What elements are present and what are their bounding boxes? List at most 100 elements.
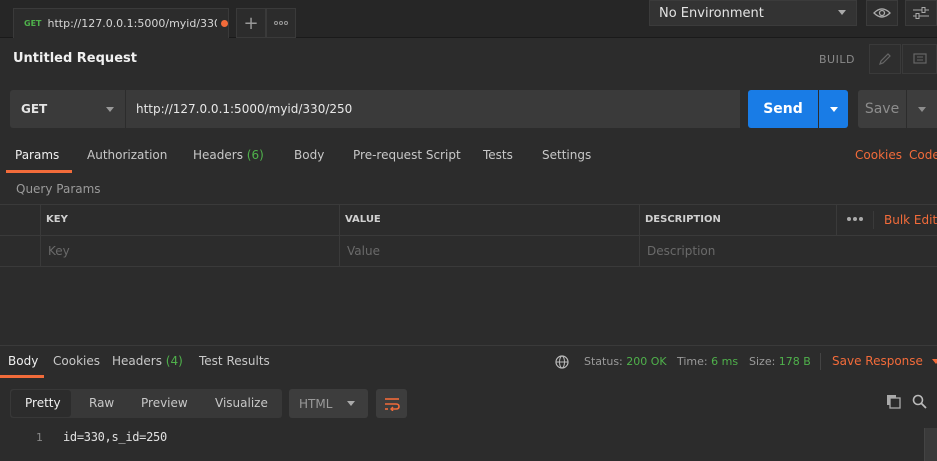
environment-value: No Environment [659, 5, 764, 21]
response-time[interactable]: Time: 6 ms [677, 355, 738, 368]
divider [339, 205, 340, 267]
tab-response-headers-count: (4) [165, 354, 183, 368]
response-status[interactable]: Status: 200 OK [584, 355, 667, 368]
network-info-button[interactable] [555, 355, 569, 372]
active-tab-indicator [6, 170, 72, 173]
tab-headers-count: (6) [246, 148, 264, 162]
save-button[interactable]: Save [858, 90, 906, 128]
view-pretty[interactable]: Pretty [25, 396, 61, 410]
view-raw[interactable]: Raw [89, 396, 114, 410]
line-number: 1 [36, 431, 43, 444]
status-label: Status: [584, 355, 623, 368]
size-label: Size: [749, 355, 776, 368]
tab-headers-label: Headers [193, 148, 243, 162]
tab-response-headers-label: Headers [112, 354, 162, 368]
sliders-icon [913, 7, 929, 19]
pane-divider[interactable] [0, 345, 937, 346]
divider [639, 205, 640, 267]
chevron-down-icon [106, 107, 114, 112]
code-link[interactable]: Code [909, 148, 937, 162]
request-tab-title: http://127.0.0.1:5000/myid/330... [47, 17, 218, 30]
divider [40, 205, 41, 267]
environment-quick-look-button[interactable] [866, 0, 898, 26]
edit-button[interactable] [869, 44, 901, 74]
table-row: Key Value Description [0, 236, 937, 267]
tab-body[interactable]: Body [294, 148, 324, 162]
column-header-description: DESCRIPTION [645, 214, 721, 225]
table-header-row: KEY VALUE DESCRIPTION Bulk Edit [0, 205, 937, 236]
new-tab-button[interactable]: + [236, 8, 266, 38]
divider [836, 205, 837, 236]
divider [873, 211, 874, 229]
tab-settings[interactable]: Settings [542, 148, 591, 162]
request-title[interactable]: Untitled Request [13, 51, 137, 66]
more-horizontal-icon [274, 21, 288, 25]
view-visualize[interactable]: Visualize [215, 396, 268, 410]
tab-response-headers[interactable]: Headers (4) [112, 354, 183, 368]
divider [820, 353, 821, 370]
time-value: 6 ms [711, 355, 739, 368]
vertical-scrollbar[interactable] [924, 428, 937, 461]
response-size[interactable]: Size: 178 B [749, 355, 811, 368]
query-params-label: Query Params [16, 182, 101, 196]
request-tab-method: GET [24, 19, 42, 28]
send-button[interactable]: Send [748, 90, 818, 128]
tab-pre-request-script[interactable]: Pre-request Script [353, 148, 461, 162]
pencil-icon [879, 53, 891, 65]
environment-select[interactable]: No Environment [649, 0, 857, 26]
eye-icon [873, 8, 891, 18]
tab-response-cookies[interactable]: Cookies [53, 354, 100, 368]
send-options-button[interactable] [819, 90, 848, 128]
tab-tests[interactable]: Tests [483, 148, 513, 162]
tab-test-results[interactable]: Test Results [199, 354, 270, 368]
save-response-label: Save Response [832, 354, 923, 368]
copy-icon [887, 395, 901, 409]
chevron-down-icon [347, 401, 355, 406]
format-value: HTML [299, 396, 333, 411]
tab-authorization[interactable]: Authorization [87, 148, 167, 162]
save-response-button[interactable]: Save Response [832, 354, 937, 368]
wrap-icon [384, 397, 400, 411]
documentation-button[interactable] [902, 44, 937, 74]
save-options-button[interactable] [907, 90, 937, 128]
active-tab-indicator [0, 375, 44, 378]
caret-down-icon [829, 106, 838, 112]
tab-options-button[interactable] [266, 8, 296, 38]
wrap-lines-button[interactable] [376, 389, 407, 418]
column-header-value: VALUE [345, 214, 381, 225]
caret-down-icon [931, 359, 937, 364]
unsaved-dot-icon [221, 20, 228, 27]
search-icon [912, 394, 927, 409]
format-select[interactable]: HTML [289, 389, 368, 418]
copy-button[interactable] [886, 394, 901, 412]
comment-icon [912, 52, 927, 64]
url-input[interactable] [125, 90, 740, 128]
environment-settings-button[interactable] [905, 0, 937, 26]
description-input[interactable]: Description [647, 244, 715, 258]
caret-down-icon [918, 106, 926, 112]
key-input[interactable]: Key [48, 244, 70, 258]
cookies-link[interactable]: Cookies [855, 148, 902, 162]
value-input[interactable]: Value [347, 244, 380, 258]
tab-headers[interactable]: Headers (6) [193, 148, 264, 162]
size-value: 178 B [778, 355, 811, 368]
tab-response-body[interactable]: Body [8, 354, 38, 368]
search-button[interactable] [912, 394, 927, 412]
view-mode-tabs: Pretty Raw Preview Visualize [10, 389, 282, 418]
tab-params[interactable]: Params [15, 148, 59, 162]
status-value: 200 OK [626, 355, 667, 368]
column-options-button[interactable] [846, 213, 864, 227]
view-preview[interactable]: Preview [141, 396, 188, 410]
response-body-text[interactable]: id=330,s_id=250 [63, 430, 167, 444]
build-mode-label[interactable]: BUILD [819, 53, 855, 66]
chevron-down-icon [838, 10, 846, 15]
globe-icon [555, 355, 569, 369]
request-tab[interactable]: GET http://127.0.0.1:5000/myid/330... [13, 8, 229, 38]
query-params-table: KEY VALUE DESCRIPTION Bulk Edit Key Valu… [0, 204, 937, 267]
more-horizontal-icon [847, 217, 863, 221]
bulk-edit-link[interactable]: Bulk Edit [884, 213, 937, 227]
http-method-select[interactable]: GET [10, 90, 125, 128]
time-label: Time: [677, 355, 708, 368]
http-method-value: GET [21, 102, 48, 116]
plus-icon: + [243, 12, 259, 34]
